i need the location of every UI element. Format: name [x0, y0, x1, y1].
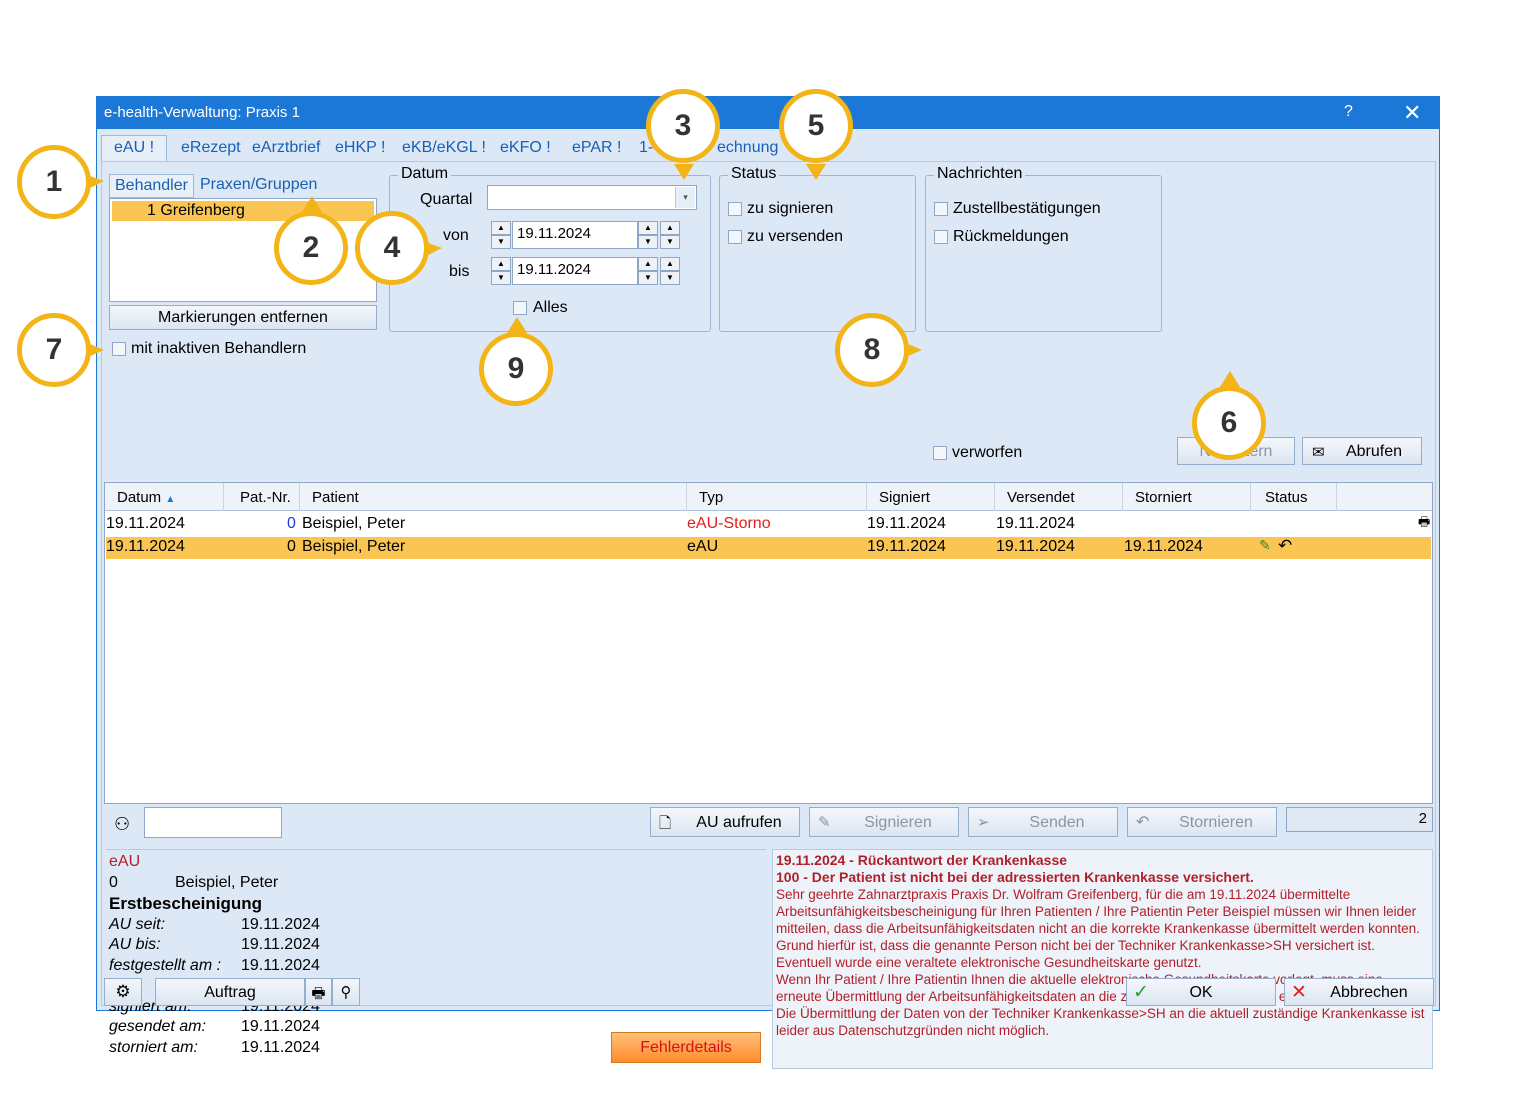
callout-pointer-2: [302, 196, 322, 212]
callout-pointer-1: [90, 176, 104, 188]
callout-pointer-3: [674, 164, 694, 180]
callout-pointer-8: [908, 344, 922, 356]
callout-pointers: [90, 164, 1240, 387]
callout-pointer-4: [428, 243, 442, 255]
callout-pointer-7: [90, 344, 104, 356]
callout-pointer-6: [1220, 371, 1240, 387]
callout-pointer-9: [507, 317, 527, 333]
callout-pointer-5: [806, 164, 826, 180]
